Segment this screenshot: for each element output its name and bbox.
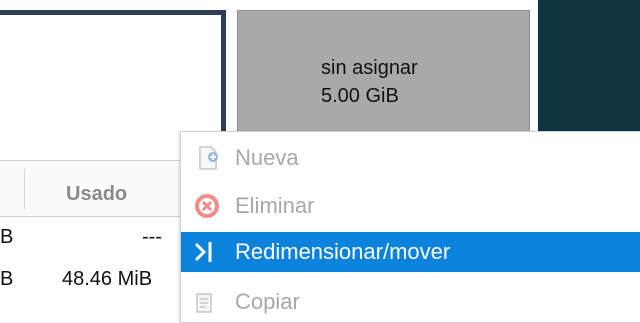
partition-map: sin asignar 5.00 GiB: [0, 0, 640, 152]
row2-size-suffix: B: [0, 268, 14, 290]
row1-size-suffix: B: [0, 226, 14, 248]
delete-icon: [195, 194, 219, 218]
table-header: Usado: [0, 160, 180, 217]
menu-label: Copiar: [235, 289, 300, 314]
dark-side-panel: [538, 0, 640, 152]
unallocated-size: 5.00 GiB: [321, 85, 399, 107]
row1-used: ---: [142, 226, 162, 248]
menu-item-copy[interactable]: Copiar: [181, 282, 640, 322]
menu-item-delete[interactable]: Eliminar: [181, 186, 640, 226]
menu-item-new[interactable]: Nueva: [181, 138, 640, 178]
column-header-used[interactable]: Usado: [66, 183, 127, 206]
column-separator: [24, 169, 25, 209]
new-document-icon: [199, 146, 218, 170]
menu-item-resize-move[interactable]: Redimensionar/mover: [181, 232, 640, 272]
selected-partition-block[interactable]: [0, 10, 226, 146]
menu-label: Nueva: [235, 145, 299, 170]
resize-move-icon: [194, 242, 212, 262]
menu-label: Eliminar: [235, 193, 315, 218]
unallocated-label: sin asignar: [321, 57, 418, 79]
unallocated-info: sin asignar 5.00 GiB: [321, 54, 418, 110]
row2-used: 48.46 MiB: [62, 268, 153, 290]
copy-icon: [196, 293, 212, 313]
menu-label: Redimensionar/mover: [235, 239, 451, 264]
context-menu: Nueva Eliminar Redimensionar/mover Copia…: [180, 131, 640, 323]
unallocated-partition-block[interactable]: sin asignar 5.00 GiB: [237, 10, 530, 140]
